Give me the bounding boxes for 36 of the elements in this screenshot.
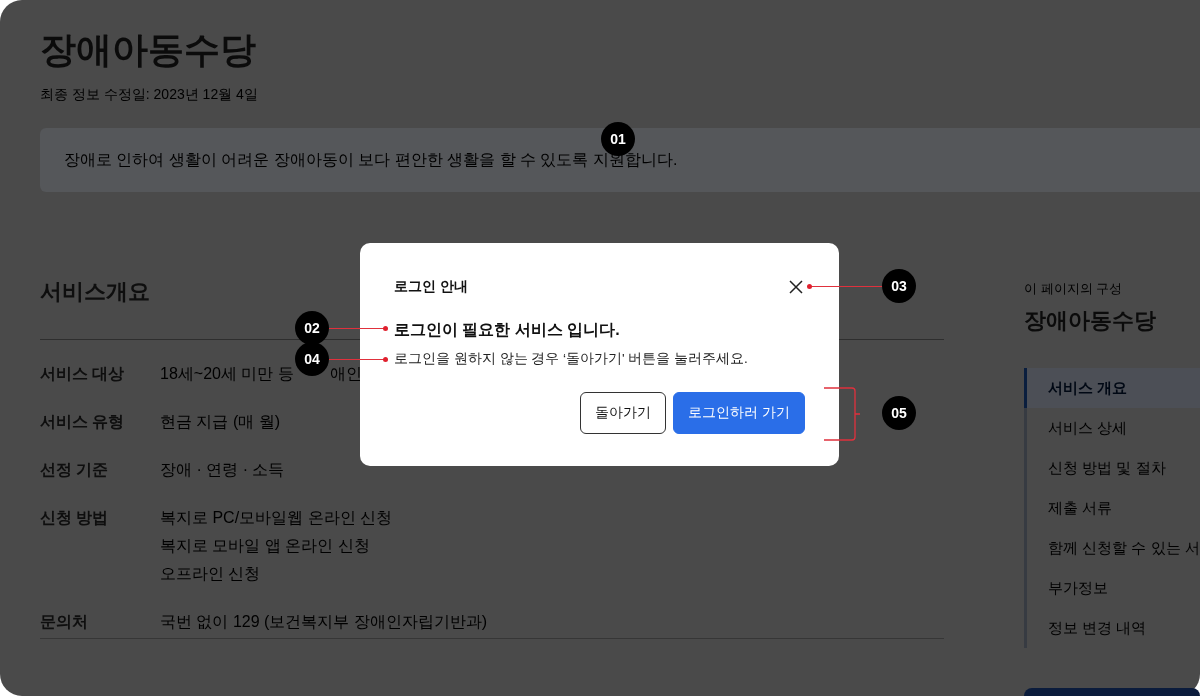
login-button[interactable]: 로그인하러 가기 <box>673 392 805 434</box>
row-value: 복지로 PC/모바일웹 온라인 신청 <box>160 508 392 528</box>
toc-link[interactable]: 제출 서류 <box>1024 488 1200 528</box>
row-value: 현금 지급 (매 월) <box>160 412 280 432</box>
row-label: 서비스 유형 <box>40 412 126 432</box>
row-label: 서비스 대상 <box>40 364 126 384</box>
toc-link[interactable]: 부가정보 <box>1024 568 1200 608</box>
toc-link[interactable]: 함께 신청할 수 있는 서 <box>1024 528 1200 568</box>
close-icon[interactable] <box>789 280 803 294</box>
toc-caption: 이 페이지의 구성 <box>1024 280 1124 298</box>
dialog-message: 로그인을 원하지 않는 경우 ‘돌아가기' 버튼을 눌러주세요. <box>394 350 749 368</box>
leader-line <box>329 359 385 360</box>
page-title: 장애아동수당 <box>40 28 257 72</box>
dialog-heading: 로그인이 필요한 서비스 입니다. <box>394 320 621 340</box>
row-label: 선정 기준 <box>40 460 110 480</box>
last-updated-text: 최종 정보 수정일: 2023년 12월 4일 <box>40 85 259 104</box>
row-value: 애인 <box>329 364 362 384</box>
leader-dot <box>383 326 388 331</box>
back-button[interactable]: 돌아가기 <box>580 392 667 434</box>
toc-title: 장애아동수당 <box>1024 307 1157 335</box>
row-value: 오프라인 신청 <box>160 564 261 584</box>
row-value: 국번 없이 129 (보건복지부 장애인자립기반과) <box>160 612 488 632</box>
leader-dot <box>807 284 812 289</box>
bracket-line <box>824 387 860 441</box>
row-label: 문의처 <box>40 612 89 632</box>
leader-line <box>329 328 385 329</box>
row-label: 신청 방법 <box>40 508 110 528</box>
row-value: 장애 · 연령 · 소득 <box>160 460 285 480</box>
row-value: 18세~20세 미만 등 <box>160 364 294 384</box>
toc-link[interactable]: 서비스 개요 <box>1024 368 1200 408</box>
toc-link[interactable]: 정보 변경 내역 <box>1024 608 1200 648</box>
dialog-title: 로그인 안내 <box>394 278 468 296</box>
leader-dot <box>383 357 388 362</box>
toc-link[interactable]: 서비스 상세 <box>1024 408 1200 448</box>
row-value: 복지로 모바일 앱 온라인 신청 <box>160 536 370 556</box>
toc-link[interactable]: 신청 방법 및 절차 <box>1024 448 1200 488</box>
